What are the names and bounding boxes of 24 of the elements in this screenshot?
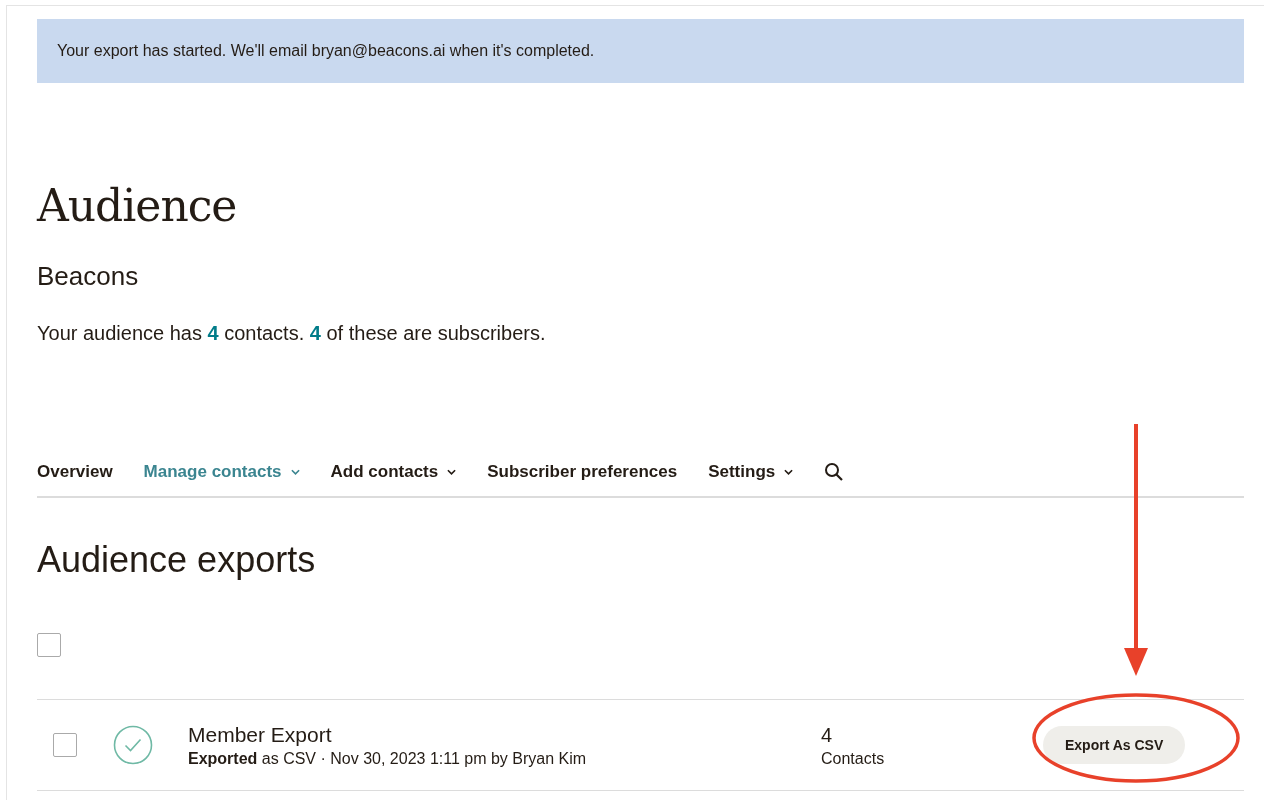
nav-tab[interactable]: Manage contacts: [143, 462, 300, 482]
contact-count: 4: [821, 723, 834, 748]
export-csv-button[interactable]: Export As CSV: [1043, 726, 1186, 764]
section-title: Audience exports: [37, 538, 317, 582]
row-checkbox[interactable]: [53, 733, 77, 757]
contact-count-label: Contacts: [821, 750, 886, 768]
audience-summary: Your audience has 4 contacts. 4 of these are subscribers.: [37, 321, 547, 346]
nav-tab[interactable]: Add contacts: [330, 462, 457, 482]
export-name: Member Export: [188, 722, 333, 748]
page-title: Audience: [37, 180, 238, 232]
nav-tab[interactable]: Settings: [708, 462, 794, 482]
audience-name: Beacons: [37, 260, 140, 292]
chevron-down-icon: [447, 469, 457, 475]
check-circle-icon: [113, 725, 153, 765]
nav-tab[interactable]: Subscriber preferences: [487, 462, 678, 482]
banner-text: Your export has started. We'll email bryan@beacons.ai when it's completed.: [57, 42, 595, 60]
nav-tab[interactable]: Overview: [37, 462, 113, 482]
search-icon[interactable]: [824, 462, 845, 482]
chevron-down-icon: [290, 469, 300, 475]
count-link[interactable]: 4: [207, 322, 219, 344]
select-all-checkbox[interactable]: [37, 633, 61, 657]
chevron-down-icon: [784, 469, 794, 475]
count-link[interactable]: 4: [309, 322, 321, 344]
export-details: Exported as CSV · Nov 30, 2023 1:11 pm by Bryan Kim: [188, 750, 588, 768]
